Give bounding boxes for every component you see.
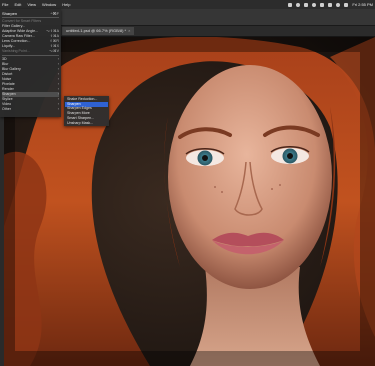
filter-menu-item-label: Stylize — [2, 97, 13, 101]
filter-menu-item-label: Lens Correction... — [2, 39, 31, 43]
filter-menu-item-label: Sharpen — [2, 92, 16, 96]
control-center-icon[interactable] — [344, 2, 349, 7]
filter-menu-item-label: Distort — [2, 72, 13, 76]
filter-menu-item-label: Other — [2, 107, 11, 111]
bluetooth-icon[interactable] — [304, 2, 309, 7]
filter-menu-item-label: Blur — [2, 62, 9, 66]
wifi-icon[interactable] — [320, 2, 325, 7]
last-filter-shortcut: ^⌘F — [50, 11, 59, 16]
filter-menu: Sharpen ^⌘F Convert for Smart Filters Fil… — [0, 9, 61, 117]
document-tab-label: untitled-1.psd @ 66.7% (RGB/8) * — [66, 28, 127, 33]
document-tab[interactable]: untitled-1.psd @ 66.7% (RGB/8) * × — [62, 27, 135, 35]
menu-edit[interactable]: Edit — [14, 2, 21, 7]
filter-menu-item-shortcut: ⌥⌘V — [48, 49, 59, 53]
menu-separator — [2, 17, 59, 18]
filter-menu-item-label: Filter Gallery... — [2, 24, 26, 28]
filter-menu-item-label: Blur Gallery — [2, 67, 21, 71]
sharpen-submenu: Shake Reduction... Sharpen Sharpen Edges Sh… — [64, 96, 109, 126]
dropbox-icon[interactable] — [288, 2, 293, 7]
menu-separator — [2, 55, 59, 56]
close-icon[interactable]: × — [128, 28, 130, 33]
filter-menu-item-label: Video — [2, 102, 12, 106]
filter-menu-item[interactable]: Other › — [2, 107, 59, 112]
filter-menu-item-label: Adaptive Wide Angle... — [2, 29, 39, 33]
menu-bar: File Edit View Window Help Fri 2:55 PM — [0, 0, 375, 9]
menu-window[interactable]: Window — [42, 2, 56, 7]
clock-icon[interactable] — [312, 2, 317, 7]
clock[interactable]: Fri 2:55 PM — [352, 2, 373, 7]
last-filter-item[interactable]: Sharpen — [2, 10, 17, 17]
search-icon[interactable] — [336, 2, 341, 7]
status-area: Fri 2:55 PM — [288, 0, 373, 9]
filter-menu-item-label: Liquify... — [2, 44, 16, 48]
sharpen-submenu-item[interactable]: Unsharp Mask... — [65, 121, 108, 126]
creative-cloud-icon[interactable] — [296, 2, 301, 7]
menu-file[interactable]: File — [2, 2, 8, 7]
menu-view[interactable]: View — [27, 2, 36, 7]
filter-menu-item[interactable]: Vanishing Point... ⌥⌘V — [2, 49, 59, 54]
filter-menu-item-label: 3D — [2, 57, 7, 61]
battery-icon[interactable] — [328, 2, 333, 7]
filter-menu-item-label: Pixelate — [2, 82, 15, 86]
menu-help[interactable]: Help — [62, 2, 70, 7]
filter-menu-item-label: Vanishing Point... — [2, 49, 30, 53]
chevron-right-icon: › — [57, 107, 59, 111]
filter-menu-item-label: Noise — [2, 77, 12, 81]
filter-menu-item-label: Camera Raw Filter... — [2, 34, 35, 38]
filter-menu-item-label: Render — [2, 87, 14, 91]
filter-menu-item-label: Convert for Smart Filters — [2, 19, 42, 23]
